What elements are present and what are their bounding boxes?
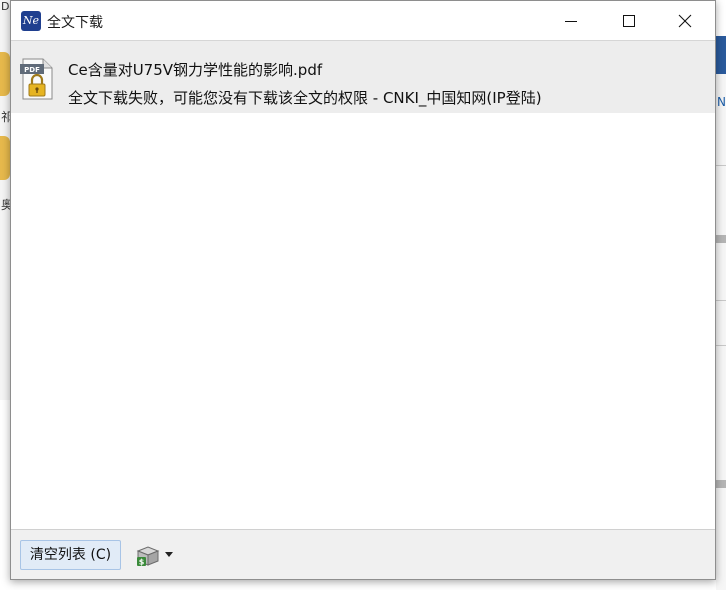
dialog-footer: 清空列表 (C) $ (11, 529, 715, 579)
download-list[interactable]: PDF Ce含量对U75V钢力学性能的影响.pdf 全文下载失败，可能您没有下载… (11, 41, 715, 529)
background-divider-3 (716, 345, 726, 346)
pdf-locked-icon: PDF (20, 58, 53, 100)
background-right-header (716, 36, 726, 74)
download-status: 全文下载失败，可能您没有下载该全文的权限 - CNKI_中国知网(IP登陆) (68, 89, 542, 107)
download-tool-icon: $ (136, 546, 160, 567)
background-folder-icon (0, 52, 10, 96)
background-divider-2 (716, 300, 726, 301)
download-dialog: Ne 全文下载 PDF Ce含量对U75V钢力学性能的影响.pdf 全文下载失败… (10, 0, 716, 580)
svg-text:PDF: PDF (24, 66, 40, 74)
chevron-down-icon (165, 552, 173, 557)
maximize-button[interactable] (607, 1, 653, 41)
app-logo-icon: Ne (21, 11, 41, 31)
download-tool-button[interactable]: $ (135, 545, 175, 567)
background-right-panel (716, 36, 726, 590)
window-title: 全文下载 (47, 15, 103, 31)
background-divider (716, 165, 726, 166)
close-button[interactable] (663, 1, 709, 41)
background-band (716, 235, 726, 243)
download-list-item[interactable]: PDF Ce含量对U75V钢力学性能的影响.pdf 全文下载失败，可能您没有下载… (11, 41, 715, 113)
background-char-top: D (1, 0, 10, 13)
background-folder-icon-2 (0, 136, 10, 180)
minimize-icon (565, 21, 577, 22)
maximize-icon (623, 15, 635, 27)
title-bar[interactable]: Ne 全文下载 (11, 1, 715, 41)
clear-list-button[interactable]: 清空列表 (C) (20, 540, 121, 570)
svg-text:$: $ (139, 558, 145, 567)
file-name: Ce含量对U75V钢力学性能的影响.pdf (68, 61, 323, 79)
background-band-2 (716, 480, 726, 488)
background-right-char: N (717, 95, 726, 109)
close-icon (678, 14, 692, 28)
minimize-button[interactable] (549, 1, 595, 41)
